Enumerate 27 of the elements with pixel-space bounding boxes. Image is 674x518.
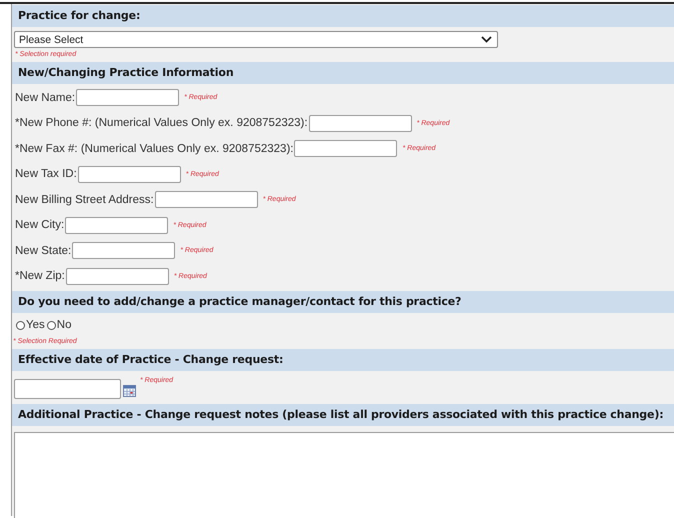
input-field[interactable] [66, 268, 169, 285]
field-label: *New Fax #: (Numerical Values Only ex. 9208752323): [15, 142, 294, 155]
chevron-down-icon [481, 36, 492, 43]
input-field[interactable] [294, 140, 398, 158]
section-header: New/Changing Practice Information [12, 62, 674, 84]
input-field[interactable] [65, 216, 168, 234]
calendar-icon[interactable] [123, 385, 136, 397]
field-label: *New Phone #: (Numerical Values Only ex. 9208752323): [15, 117, 308, 130]
input-field[interactable] [308, 114, 412, 132]
input-field[interactable] [78, 166, 181, 183]
section-header: Do you need to add/change a practice manager/contact for this practice? [12, 291, 674, 313]
practice-select[interactable]: Please Select [14, 31, 498, 48]
field-label: New City: [15, 219, 64, 232]
radio-button[interactable]: No [46, 319, 72, 331]
section-header: Additional Practice - Change request notes (please list all providers associated with this practice change): [12, 404, 674, 426]
section-header: Effective date of Practice - Change request: [12, 349, 674, 371]
input-field[interactable] [76, 89, 180, 106]
field-label: New Tax ID: [15, 168, 77, 180]
section-header: Practice for change: [12, 5, 674, 27]
field-label: New Billing Street Address: [15, 194, 154, 206]
date-field[interactable] [14, 379, 121, 399]
field-label: New State: [15, 244, 72, 257]
field-label: New Name: [15, 92, 76, 104]
input-field[interactable] [72, 242, 176, 260]
field-label: *New Zip: [15, 270, 65, 282]
input-field[interactable] [154, 191, 258, 208]
radio-button[interactable]: Yes [16, 319, 45, 331]
